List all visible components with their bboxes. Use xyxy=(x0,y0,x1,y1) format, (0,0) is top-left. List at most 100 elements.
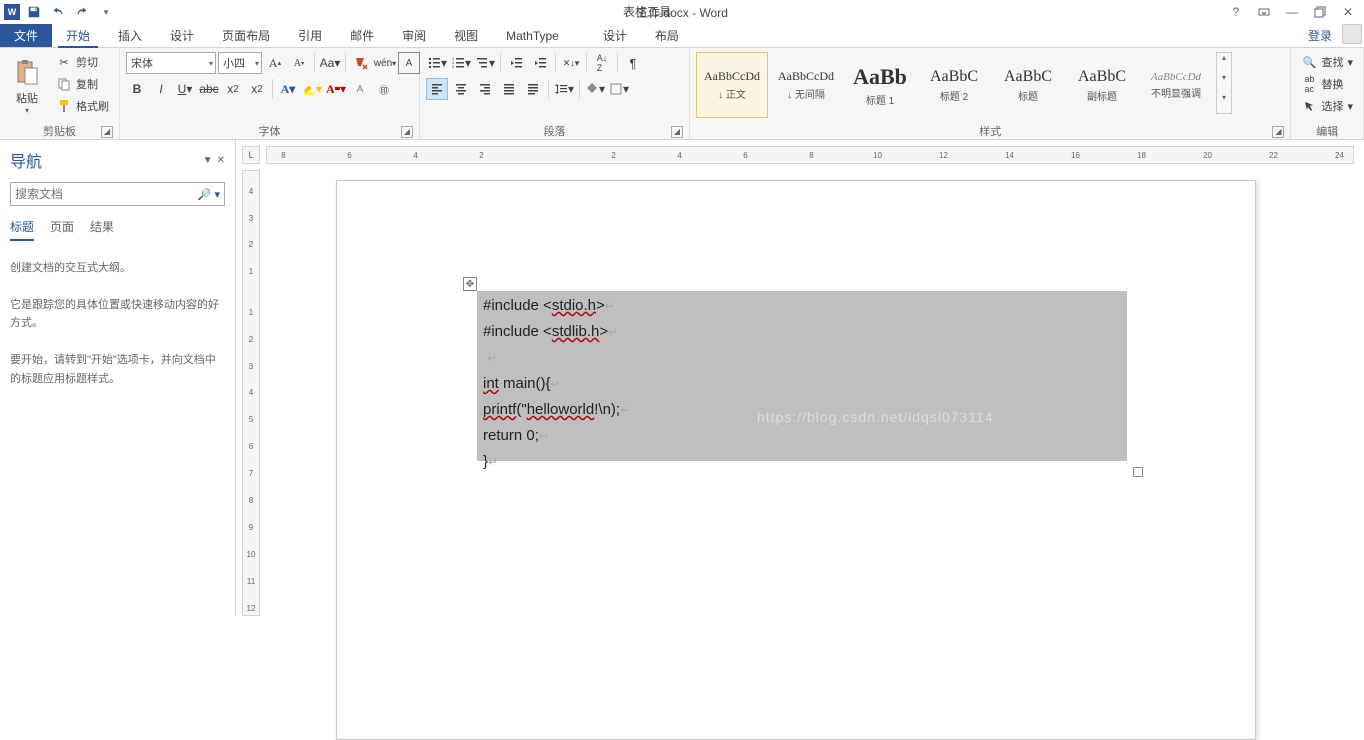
paragraph-launcher-icon[interactable]: ◢ xyxy=(671,126,683,138)
redo-icon[interactable] xyxy=(72,2,92,22)
format-painter-button[interactable]: 格式刷 xyxy=(52,96,113,116)
code-content[interactable]: #include <stdio.h>↵#include <stdlib.h>↵ … xyxy=(477,291,1127,477)
decrease-indent-icon[interactable] xyxy=(505,52,527,74)
restore-icon[interactable] xyxy=(1310,2,1330,22)
search-icon[interactable]: 🔎 ▾ xyxy=(198,188,220,201)
subscript-icon[interactable]: x2 xyxy=(222,78,244,100)
clear-formatting-icon[interactable] xyxy=(350,52,372,74)
increase-indent-icon[interactable] xyxy=(529,52,551,74)
italic-icon[interactable]: I xyxy=(150,78,172,100)
multilevel-list-icon[interactable]: ▾ xyxy=(474,52,496,74)
enclose-char-icon[interactable]: ㊞ xyxy=(373,78,395,100)
superscript-icon[interactable]: x2 xyxy=(246,78,268,100)
char-border-icon[interactable]: A xyxy=(398,52,420,74)
show-marks-icon[interactable]: ¶ xyxy=(622,52,644,74)
ribbon-tabs: 文件 开始 插入 设计 页面布局 引用 邮件 审阅 视图 MathType 设计… xyxy=(0,24,1364,48)
highlight-icon[interactable]: ▾ xyxy=(301,78,323,100)
nav-tab-results[interactable]: 结果 xyxy=(90,218,114,241)
numbering-icon[interactable]: 123▾ xyxy=(450,52,472,74)
style-item[interactable]: AaBbC标题 xyxy=(992,52,1064,118)
bold-icon[interactable]: B xyxy=(126,78,148,100)
tab-design[interactable]: 设计 xyxy=(156,24,208,47)
tab-file[interactable]: 文件 xyxy=(0,24,52,47)
sort-icon[interactable]: A↓Z xyxy=(591,52,613,74)
char-shading-icon[interactable]: A xyxy=(349,78,371,100)
align-left-icon[interactable] xyxy=(426,78,448,100)
select-button[interactable]: 选择 ▾ xyxy=(1297,96,1357,116)
nav-tab-headings[interactable]: 标题 xyxy=(10,218,34,241)
group-clipboard: 粘贴 ▾ ✂剪切 复制 格式刷 剪贴板 ◢ xyxy=(0,48,120,139)
style-item[interactable]: AaBbC标题 2 xyxy=(918,52,990,118)
justify-icon[interactable] xyxy=(498,78,520,100)
styles-gallery: AaBbCcDd↓ 正文AaBbCcDd↓ 无间隔AaBb标题 1AaBbC标题… xyxy=(696,52,1212,118)
tab-references[interactable]: 引用 xyxy=(284,24,336,47)
tab-table-design[interactable]: 设计 xyxy=(589,24,641,47)
font-name-combo[interactable]: 宋体▾ xyxy=(126,52,216,74)
underline-icon[interactable]: U▾ xyxy=(174,78,196,100)
clipboard-launcher-icon[interactable]: ◢ xyxy=(101,126,113,138)
align-right-icon[interactable] xyxy=(474,78,496,100)
text-direction-icon[interactable]: ✕↓▾ xyxy=(560,52,582,74)
close-icon[interactable]: ✕ xyxy=(1338,2,1358,22)
tab-review[interactable]: 审阅 xyxy=(388,24,440,47)
save-icon[interactable] xyxy=(24,2,44,22)
borders-icon[interactable]: ▾ xyxy=(608,78,630,100)
nav-search-input[interactable] xyxy=(15,187,198,201)
style-item[interactable]: AaBbCcDd不明显强调 xyxy=(1140,52,1212,118)
ribbon-options-icon[interactable] xyxy=(1254,2,1274,22)
change-case-icon[interactable]: Aa▾ xyxy=(319,52,341,74)
help-icon[interactable]: ? xyxy=(1226,2,1246,22)
ruler-corner[interactable]: L xyxy=(242,146,260,164)
gallery-down-icon[interactable]: ▾ xyxy=(1217,73,1231,93)
nav-close-icon[interactable]: ✕ xyxy=(217,155,225,166)
vertical-ruler[interactable]: 4321123456789101112 xyxy=(242,170,260,616)
tab-page-layout[interactable]: 页面布局 xyxy=(208,24,284,47)
nav-search[interactable]: 🔎 ▾ xyxy=(10,182,225,206)
table-resize-handle-icon[interactable] xyxy=(1133,467,1143,477)
replace-button[interactable]: abac替换 xyxy=(1297,74,1357,94)
nav-tab-pages[interactable]: 页面 xyxy=(50,218,74,241)
tab-home[interactable]: 开始 xyxy=(52,24,104,47)
style-item[interactable]: AaBb标题 1 xyxy=(844,52,916,118)
paste-button[interactable]: 粘贴 ▾ xyxy=(6,52,48,118)
tab-mailings[interactable]: 邮件 xyxy=(336,24,388,47)
font-color-icon[interactable]: A▾ xyxy=(325,78,347,100)
align-center-icon[interactable] xyxy=(450,78,472,100)
tab-mathtype[interactable]: MathType xyxy=(492,24,573,47)
style-item[interactable]: AaBbCcDd↓ 无间隔 xyxy=(770,52,842,118)
gallery-up-icon[interactable]: ▴ xyxy=(1217,53,1231,73)
workspace: 导航 ▼✕ 🔎 ▾ 标题 页面 结果 创建文档的交互式大纲。 它是跟踪您的具体位… xyxy=(0,140,1364,616)
minimize-icon[interactable]: — xyxy=(1282,2,1302,22)
phonetic-guide-icon[interactable]: wén▾ xyxy=(374,52,396,74)
table-cell[interactable]: https://blog.csdn.net/ldqsl073114 #inclu… xyxy=(477,291,1127,461)
styles-launcher-icon[interactable]: ◢ xyxy=(1272,126,1284,138)
grow-font-icon[interactable]: A▴ xyxy=(264,52,286,74)
tab-table-layout[interactable]: 布局 xyxy=(641,24,693,47)
copy-button[interactable]: 复制 xyxy=(52,74,113,94)
font-launcher-icon[interactable]: ◢ xyxy=(401,126,413,138)
find-button[interactable]: 🔍查找 ▾ xyxy=(1297,52,1357,72)
font-size-combo[interactable]: 小四▾ xyxy=(218,52,262,74)
shrink-font-icon[interactable]: A▾ xyxy=(288,52,310,74)
table-move-handle-icon[interactable]: ✥ xyxy=(463,277,477,291)
avatar-icon[interactable] xyxy=(1342,24,1362,44)
nav-dropdown-icon[interactable]: ▼ xyxy=(203,155,213,166)
undo-icon[interactable] xyxy=(48,2,68,22)
qat-customize-icon[interactable]: ▾ xyxy=(96,2,116,22)
horizontal-ruler[interactable]: 8642246810121416182022242628303234363840… xyxy=(266,146,1354,164)
shading-icon[interactable]: ▾ xyxy=(584,78,606,100)
cut-button[interactable]: ✂剪切 xyxy=(52,52,113,72)
page[interactable]: ✥ https://blog.csdn.net/ldqsl073114 #inc… xyxy=(336,180,1256,740)
bullets-icon[interactable]: ▾ xyxy=(426,52,448,74)
tab-view[interactable]: 视图 xyxy=(440,24,492,47)
line-spacing-icon[interactable]: ▾ xyxy=(553,78,575,100)
strikethrough-icon[interactable]: abc xyxy=(198,78,220,100)
style-item[interactable]: AaBbCcDd↓ 正文 xyxy=(696,52,768,118)
group-clipboard-label: 剪贴板 xyxy=(43,126,76,138)
distributed-icon[interactable] xyxy=(522,78,544,100)
sign-in-link[interactable]: 登录 xyxy=(1298,24,1342,47)
gallery-more-icon[interactable]: ▾ xyxy=(1217,93,1231,113)
style-item[interactable]: AaBbC副标题 xyxy=(1066,52,1138,118)
tab-insert[interactable]: 插入 xyxy=(104,24,156,47)
text-effects-icon[interactable]: A▾ xyxy=(277,78,299,100)
